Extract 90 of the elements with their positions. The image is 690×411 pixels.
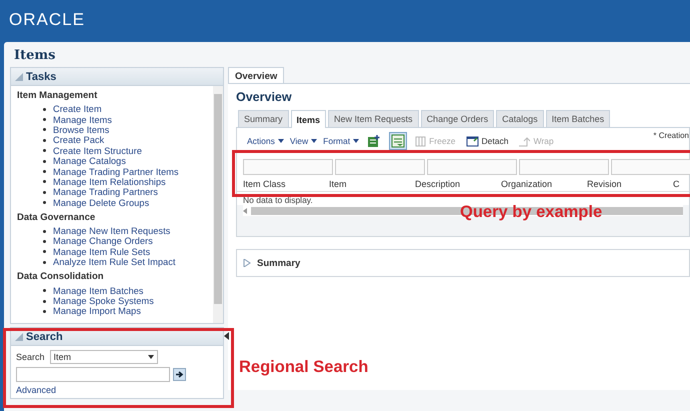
task-link[interactable]: Manage New Item Requests <box>53 226 170 236</box>
disclosure-triangle-icon[interactable] <box>243 259 251 267</box>
task-link[interactable]: Browse Items <box>53 124 110 135</box>
bullet-icon <box>43 160 46 163</box>
filter-field[interactable] <box>519 159 609 175</box>
group-heading: Data Consolidation <box>17 271 105 282</box>
columns-icon <box>415 136 426 146</box>
filter-field[interactable] <box>243 159 333 175</box>
tab[interactable]: Catalogs <box>496 110 544 127</box>
tab[interactable]: New Item Requests <box>328 110 419 127</box>
search-field[interactable] <box>16 367 170 382</box>
bullet-icon <box>43 108 46 111</box>
task-link[interactable]: Manage Spoke Systems <box>53 296 154 306</box>
task-link[interactable]: Create Item Structure <box>53 146 142 156</box>
section-title: Overview <box>236 90 293 104</box>
section-title: Summary <box>257 258 300 268</box>
callout-label: Regional Search <box>239 358 368 377</box>
task-link[interactable]: Manage Delete Groups <box>53 198 150 208</box>
bullet-icon <box>43 289 46 292</box>
tab[interactable]: Items <box>290 110 326 128</box>
task-link[interactable]: Manage Items <box>53 114 112 125</box>
page-title: Items <box>14 48 56 63</box>
scroll-left-arrow-icon[interactable] <box>243 208 247 214</box>
filter-field[interactable] <box>335 159 425 175</box>
column-header[interactable]: C <box>673 178 690 191</box>
bullet-icon <box>43 138 46 142</box>
scrollbar[interactable] <box>213 86 223 323</box>
bullet-icon <box>43 260 46 264</box>
panel-title: Tasks <box>26 70 56 82</box>
bullet-icon <box>43 180 46 184</box>
column-header[interactable]: Description <box>415 178 501 191</box>
menu-button[interactable]: Format <box>323 136 360 146</box>
task-link[interactable]: Create Pack <box>53 135 104 146</box>
caret-icon <box>353 139 360 143</box>
task-link[interactable]: Manage Item Batches <box>53 286 144 296</box>
table-filter-icon <box>391 134 406 148</box>
menu-button[interactable]: Actions <box>247 136 284 146</box>
caret-icon <box>148 355 154 359</box>
filter-field[interactable] <box>427 159 517 175</box>
expand-triangle-icon[interactable] <box>15 72 23 80</box>
spreadsheet-icon <box>367 134 382 148</box>
go-button[interactable] <box>173 368 186 381</box>
task-link[interactable]: Manage Item Relationships <box>53 176 166 187</box>
wrap-arrow-icon <box>518 136 530 146</box>
task-link[interactable]: Manage Item Rule Sets <box>53 246 150 257</box>
task-link[interactable]: Manage Trading Partners <box>53 187 158 198</box>
tab[interactable]: Overview <box>228 67 284 83</box>
collapse-arrow-icon[interactable] <box>224 332 229 340</box>
window-icon <box>466 135 479 147</box>
bullet-icon <box>43 190 46 194</box>
task-link[interactable]: Create Item <box>53 104 102 114</box>
logo: ORACLE <box>9 10 85 30</box>
caret-icon <box>311 139 318 143</box>
task-link[interactable]: Manage Import Maps <box>53 306 141 316</box>
field-label: Search <box>16 352 45 362</box>
bullet-icon <box>43 201 46 204</box>
column-header[interactable]: Item Class <box>243 178 329 191</box>
filter-field[interactable] <box>611 159 690 175</box>
caret-icon <box>278 139 284 143</box>
query-button[interactable] <box>389 132 408 150</box>
bullet-icon <box>43 250 46 254</box>
tab[interactable]: Item Batches <box>546 110 610 127</box>
detach-button[interactable]: Detach <box>464 133 510 149</box>
bullet-icon <box>43 118 46 122</box>
bullet-icon <box>43 300 46 303</box>
task-link[interactable]: Manage Change Orders <box>53 236 153 246</box>
bullet-icon <box>43 310 46 313</box>
menu-button[interactable]: View <box>290 136 318 146</box>
summary-section[interactable]: Summary <box>236 249 690 277</box>
advanced-link[interactable]: Advanced <box>16 385 56 395</box>
expand-triangle-icon[interactable] <box>15 332 23 340</box>
column-header[interactable]: Revision <box>587 178 673 191</box>
bullet-icon <box>43 128 46 132</box>
task-link[interactable]: Analyze Item Rule Set Impact <box>53 257 176 268</box>
panel-title: Search <box>26 330 63 342</box>
group-heading: Data Governance <box>17 212 96 223</box>
bullet-icon <box>43 149 46 152</box>
task-link[interactable]: Manage Trading Partner Items <box>53 166 179 177</box>
task-link[interactable]: Manage Catalogs <box>53 156 126 166</box>
tab[interactable]: Change Orders <box>420 110 494 127</box>
search-type-dropdown[interactable]: Item <box>50 350 158 364</box>
column-header[interactable]: Item <box>329 178 415 191</box>
bullet-icon <box>43 240 46 243</box>
column-header[interactable]: Organization <box>501 178 587 191</box>
bullet-icon <box>43 230 46 233</box>
group-heading: Item Management <box>17 90 98 101</box>
callout-label: Query by example <box>460 203 602 222</box>
bullet-icon <box>43 170 46 174</box>
tab[interactable]: Summary <box>238 110 289 127</box>
note-text: * Creation <box>653 131 689 140</box>
